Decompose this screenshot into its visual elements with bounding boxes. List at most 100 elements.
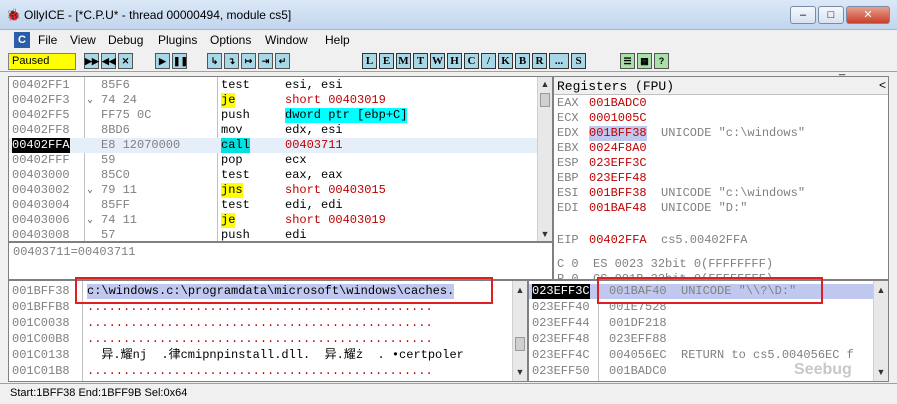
close-button[interactable]: ✕ — [846, 6, 890, 24]
menu-options[interactable]: Options — [210, 33, 251, 47]
pause-icon[interactable]: ❚❚ — [172, 53, 188, 69]
chevron-left-icon[interactable]: < — [879, 78, 886, 92]
register-value[interactable]: 0001005C — [589, 111, 647, 126]
toolbar-patches-button[interactable]: / — [481, 53, 496, 69]
register-name: EDX — [557, 126, 579, 140]
disasm-row[interactable]: 00403002 ⌄ 79 11 jns short 00403015 — [9, 183, 537, 198]
registers-header[interactable]: Registers (FPU) < — [554, 77, 888, 95]
dump-row[interactable]: 001C0038................................… — [9, 316, 509, 331]
open-icon[interactable]: ▶▶ — [84, 53, 99, 69]
disasm-mnemonic: pop — [221, 153, 243, 167]
dump-address: 001C01B8 — [12, 364, 70, 378]
disasm-row[interactable]: 00403000 85C0 test eax, eax — [9, 168, 537, 183]
register-row[interactable]: EAX 001BADC0 — [557, 96, 877, 111]
disasm-operands: esi, esi — [285, 78, 343, 92]
menu-file[interactable]: File — [38, 33, 57, 47]
highlight-box — [75, 277, 493, 304]
stack-row[interactable]: 023EFF44 001DF218 — [529, 316, 873, 331]
register-value[interactable]: 023EFF48 — [589, 171, 647, 186]
register-row[interactable]: EDI 001BAF48 UNICODE "D:" — [557, 201, 877, 216]
scroll-down-arrow-icon[interactable]: ▼ — [538, 227, 552, 241]
disassembly-pane[interactable]: 00402FF1 85F6 test esi, esi 00402FF3 ⌄ 74 24 j… — [8, 76, 553, 242]
scroll-thumb[interactable] — [515, 337, 525, 351]
register-row[interactable]: EBP 023EFF48 — [557, 171, 877, 186]
dump-address: 001C0138 — [12, 348, 70, 362]
disasm-row[interactable]: 00402FF8 8BD6 mov edx, esi — [9, 123, 537, 138]
step-into-icon[interactable]: ↳ — [207, 53, 222, 69]
help-icon[interactable]: ? — [654, 53, 669, 69]
menu-help[interactable]: Help — [325, 33, 350, 47]
registers-pane[interactable]: Registers (FPU) < EAX 001BADC0 ECX 0001005C… — [553, 76, 889, 280]
register-value[interactable]: 001BADC0 — [589, 96, 647, 111]
scroll-up-arrow-icon[interactable]: ▲ — [874, 283, 888, 297]
disasm-row[interactable]: 00402FF5 FF75 0C push dword ptr [ebp+C] — [9, 108, 537, 123]
register-value[interactable]: 001BFF38 — [589, 126, 647, 141]
disasm-mnemonic: jns — [221, 183, 243, 198]
dump-row[interactable]: 001C01B8................................… — [9, 364, 509, 379]
run-icon[interactable]: ▶ — [155, 53, 170, 69]
scroll-down-arrow-icon[interactable]: ▼ — [513, 365, 527, 379]
toolbar-modules-button[interactable]: E — [379, 53, 394, 69]
disasm-row[interactable]: 00402FFF 59 pop ecx — [9, 153, 537, 168]
disasm-row[interactable]: 00403006 ⌄ 74 11 je short 00403019 — [9, 213, 537, 228]
toolbar-callstack-button[interactable]: K — [498, 53, 513, 69]
execute-till-return-icon[interactable]: ↵ — [275, 53, 290, 69]
register-value[interactable]: 00402FFA — [589, 233, 647, 248]
close-debug-icon[interactable]: ✕ — [118, 53, 133, 69]
minimize-button[interactable]: – — [790, 6, 816, 24]
trace-into-icon[interactable]: ↦ — [241, 53, 256, 69]
step-over-icon[interactable]: ↴ — [224, 53, 239, 69]
toolbar-log-button[interactable]: L — [362, 53, 377, 69]
disasm-row[interactable]: 00402FF3 ⌄ 74 24 je short 00403019 — [9, 93, 537, 108]
disasm-row[interactable]: 00402FF1 85F6 test esi, esi — [9, 78, 537, 93]
register-row[interactable]: EDX 001BFF38 UNICODE "c:\windows" — [557, 126, 877, 141]
disassembly-scrollbar[interactable]: ▲ ▼ — [537, 77, 552, 241]
disasm-row[interactable]: 00403008 57 push edi — [9, 228, 537, 241]
scroll-up-arrow-icon[interactable]: ▲ — [538, 77, 552, 91]
register-value[interactable]: 001BAF48 — [589, 201, 647, 216]
toolbar-breakpoints-button[interactable]: B — [515, 53, 530, 69]
register-row-eip[interactable]: EIP 00402FFA cs5.00402FFA — [557, 233, 877, 248]
rewind-icon[interactable]: ◀◀ — [101, 53, 116, 69]
maximize-button[interactable]: □ — [818, 6, 844, 24]
stack-row[interactable]: 023EFF48 023EFF88 — [529, 332, 873, 347]
toolbar-handles-button[interactable]: H — [447, 53, 462, 69]
register-value[interactable]: 023EFF3C — [589, 156, 647, 171]
menu-debug[interactable]: Debug — [108, 33, 143, 47]
flag-row[interactable]: C 0 ES 0023 32bit 0(FFFFFFFF) — [557, 257, 773, 272]
dump-row[interactable]: 001C0138 异.耀nj .律cmipnpinstall.dll. 异.耀ż… — [9, 348, 509, 363]
grid-icon[interactable]: ▦ — [637, 53, 652, 69]
menu-window[interactable]: Window — [265, 33, 308, 47]
list-icon[interactable]: ☰ — [620, 53, 635, 69]
menu-view[interactable]: View — [70, 33, 96, 47]
trace-over-icon[interactable]: ⇥ — [258, 53, 273, 69]
toolbar-source-button[interactable]: S — [571, 53, 586, 69]
status-bar: Start:1BFF38 End:1BFF9B Sel:0x64 — [0, 383, 897, 404]
disasm-row[interactable]: 00402FFA E8 12070000 call 00403711 — [9, 138, 537, 153]
toolbar-references-button[interactable]: R — [532, 53, 547, 69]
toolbar-cpu-button[interactable]: C — [464, 53, 479, 69]
toolbar-memory-button[interactable]: M — [396, 53, 411, 69]
toolbar-threads-button[interactable]: T — [413, 53, 428, 69]
toolbar-windows-button[interactable]: W — [430, 53, 445, 69]
dump-scrollbar[interactable]: ▲ ▼ — [512, 281, 527, 381]
scroll-up-arrow-icon[interactable]: ▲ — [513, 283, 527, 297]
disasm-operands: short 00403019 — [285, 93, 386, 107]
register-row[interactable]: EBX 0024F8A0 — [557, 141, 877, 156]
scroll-down-arrow-icon[interactable]: ▼ — [874, 365, 888, 379]
branch-marker-icon — [87, 138, 93, 153]
disasm-row[interactable]: 00403004 85FF test edi, edi — [9, 198, 537, 213]
register-row[interactable]: ESI 001BFF38 UNICODE "c:\windows" — [557, 186, 877, 201]
dump-row[interactable]: 001C00B8................................… — [9, 332, 509, 347]
scroll-thumb[interactable] — [540, 93, 550, 107]
register-value[interactable]: 001BFF38 — [589, 186, 647, 201]
registers-title: Registers (FPU) — [557, 79, 675, 94]
register-value[interactable]: 0024F8A0 — [589, 141, 647, 156]
disasm-address: 00402FF8 — [12, 123, 70, 137]
toolbar-runtrace-button[interactable]: ... — [549, 53, 569, 69]
register-row[interactable]: ECX 0001005C — [557, 111, 877, 126]
register-row[interactable]: ESP 023EFF3C — [557, 156, 877, 171]
menu-plugins[interactable]: Plugins — [158, 33, 197, 47]
stack-scrollbar[interactable]: ▲ ▼ — [873, 281, 888, 381]
disasm-hex: 74 11 — [101, 213, 138, 227]
